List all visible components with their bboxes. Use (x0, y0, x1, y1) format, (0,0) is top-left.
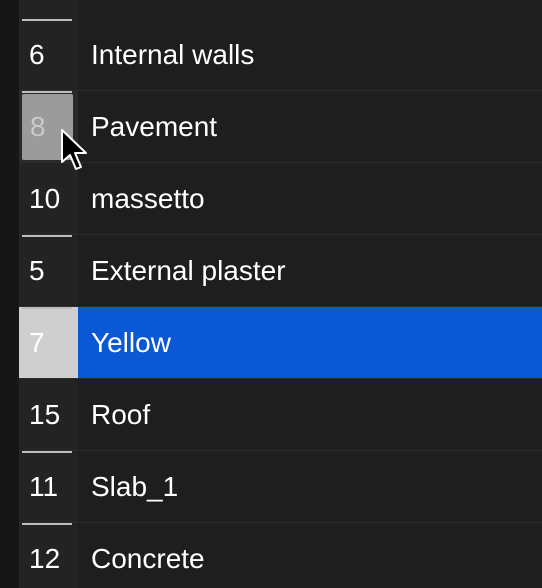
row-separator (22, 235, 72, 237)
list-item-number[interactable]: 5 (19, 235, 78, 306)
material-list-panel: 6 Internal walls 8 Pavement 10 massetto (0, 0, 542, 588)
row-separator (22, 19, 72, 21)
list-item-selected[interactable]: 7 Yellow (19, 307, 542, 379)
list-item-number[interactable]: 10 (19, 163, 78, 234)
list-item-number[interactable]: 6 (19, 19, 78, 90)
list-item[interactable]: 8 Pavement (19, 91, 542, 163)
list-item-name[interactable]: Concrete (78, 523, 542, 588)
list-item-name[interactable] (78, 0, 542, 19)
list-item-name[interactable]: Yellow (78, 307, 542, 378)
arrow-pointer-icon (61, 129, 87, 170)
list-item-name[interactable]: Slab_1 (78, 451, 542, 522)
list-item-name[interactable]: External plaster (78, 235, 542, 306)
material-list: 6 Internal walls 8 Pavement 10 massetto (19, 0, 542, 588)
left-edge (0, 0, 19, 588)
list-item[interactable]: 6 Internal walls (19, 19, 542, 91)
list-item[interactable]: 11 Slab_1 (19, 451, 542, 523)
list-item-number[interactable]: 11 (19, 451, 78, 522)
list-item-number[interactable]: 12 (19, 523, 78, 588)
list-item-number[interactable] (19, 0, 78, 19)
row-separator (22, 523, 72, 525)
list-item-name[interactable]: Roof (78, 379, 542, 450)
list-item[interactable]: 5 External plaster (19, 235, 542, 307)
row-separator (22, 91, 72, 93)
list-item-name[interactable]: massetto (78, 163, 542, 234)
row-separator (22, 451, 72, 453)
list-item-number[interactable]: 7 (19, 307, 78, 378)
list-item-name[interactable]: Pavement (78, 91, 542, 162)
list-item[interactable]: 12 Concrete (19, 523, 542, 588)
row-separator (22, 307, 72, 309)
list-item[interactable]: 10 massetto (19, 163, 542, 235)
list-item[interactable]: 15 Roof (19, 379, 542, 451)
list-item[interactable] (19, 0, 542, 20)
list-item-name[interactable]: Internal walls (78, 19, 542, 90)
list-item-number[interactable]: 15 (19, 379, 78, 450)
